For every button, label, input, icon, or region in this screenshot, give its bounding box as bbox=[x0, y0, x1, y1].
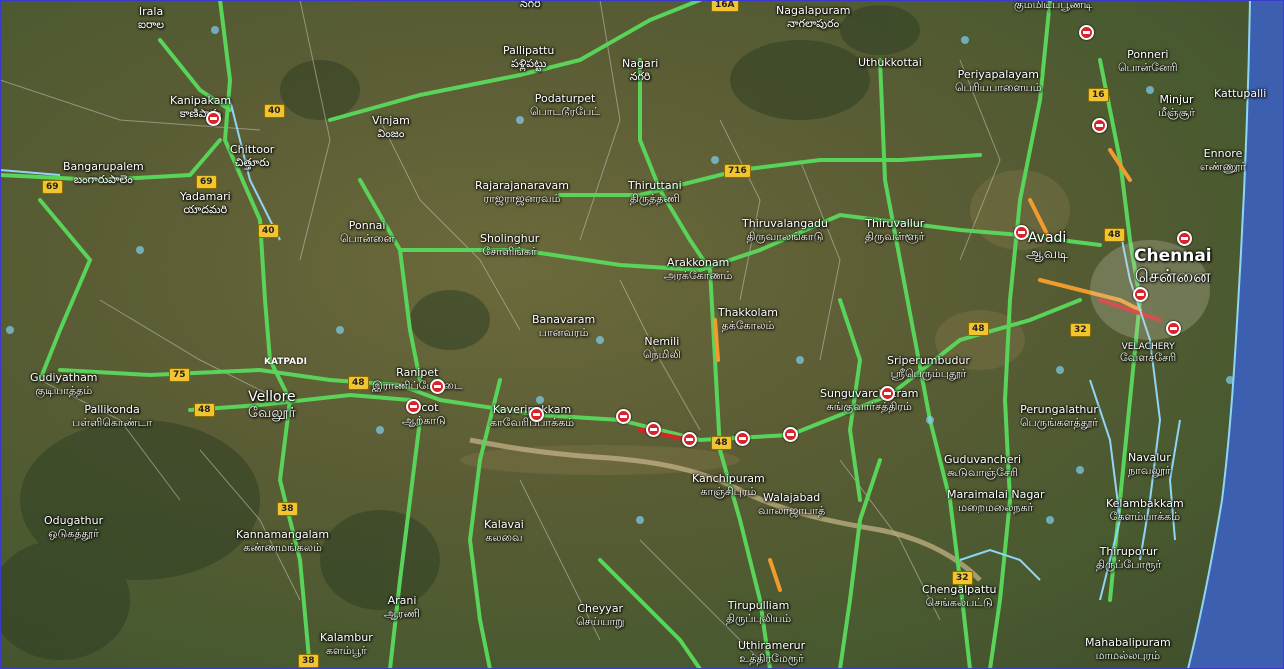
place-kelambakkam[interactable]: Kelambakkam கேளம்பாக்கம் bbox=[1106, 497, 1184, 523]
road-closure-icon[interactable] bbox=[646, 422, 661, 437]
place-thiruvallur[interactable]: Thiruvallur திருவள்ளூர் bbox=[865, 217, 925, 243]
road-closure-icon[interactable] bbox=[1014, 225, 1029, 240]
highway-shield: 32 bbox=[952, 571, 973, 585]
place-velachery[interactable]: VELACHERY வேளச்சேரி bbox=[1120, 342, 1176, 365]
road-closure-icon[interactable] bbox=[616, 409, 631, 424]
place-vellore[interactable]: Vellore வேலூர் bbox=[248, 389, 296, 421]
place-maraimalai[interactable]: Maraimalai Nagar மறைமலைநகர் bbox=[947, 488, 1045, 514]
place-kanchipuram[interactable]: Kanchipuram காஞ்சிபுரம் bbox=[692, 472, 765, 498]
highway-shield: 48 bbox=[348, 376, 369, 390]
place-vinjam[interactable]: Vinjam వింజం bbox=[372, 114, 410, 140]
highway-shield: 48 bbox=[711, 436, 732, 450]
road-closure-icon[interactable] bbox=[1092, 118, 1107, 133]
highway-shield: 40 bbox=[264, 104, 285, 118]
place-gudiyatham[interactable]: Gudiyatham குடியாத்தம் bbox=[30, 371, 98, 397]
place-chengalpattu[interactable]: Chengalpattu செங்கல்பட்டு bbox=[922, 583, 997, 609]
place-irala[interactable]: Irala ఐరాల bbox=[138, 5, 164, 31]
place-yadamari[interactable]: Yadamari యాదమరి bbox=[180, 190, 231, 216]
place-chennai[interactable]: Chennai சென்னை bbox=[1134, 246, 1212, 287]
place-thiruporur[interactable]: Thiruporur திருப்போரூர் bbox=[1096, 545, 1161, 571]
place-periyapalayam[interactable]: Periyapalayam பெரியபாளையம் bbox=[955, 68, 1042, 94]
highway-shield: 16A bbox=[711, 0, 739, 12]
road-closure-icon[interactable] bbox=[430, 379, 445, 394]
place-uthiramerur[interactable]: Uthiramerur உத்திரமேரூர் bbox=[738, 639, 805, 665]
place-guduvancheri[interactable]: Guduvancheri கூடுவாஞ்சேரி bbox=[944, 453, 1021, 479]
hills bbox=[0, 5, 920, 660]
place-cheyyar[interactable]: Cheyyar செய்யாறு bbox=[576, 602, 624, 628]
place-kattupalli[interactable]: Kattupalli bbox=[1214, 87, 1266, 101]
place-ponnai[interactable]: Ponnai பொன்னை bbox=[340, 219, 394, 245]
place-uthukkottai[interactable]: Uthukkottai bbox=[858, 56, 922, 70]
place-nemili[interactable]: Nemili நெமிலி bbox=[643, 335, 681, 361]
place-pallipattu[interactable]: Pallipattu పళ్లిపట్టు bbox=[503, 44, 554, 70]
place-nagari-top[interactable]: నగరి bbox=[520, 0, 541, 11]
place-arani[interactable]: Arani ஆரணி bbox=[384, 594, 420, 620]
place-kannamangalam[interactable]: Kannamangalam கண்ணமங்கலம் bbox=[236, 528, 329, 554]
highway-shield: 75 bbox=[169, 368, 190, 382]
highway-shield: 38 bbox=[277, 502, 298, 516]
place-nagalapuram[interactable]: Nagalapuram నాగలాపురం bbox=[776, 4, 850, 30]
place-arakkonam[interactable]: Arakkonam அரக்கோணம் bbox=[664, 256, 732, 282]
traffic-map[interactable]: Irala ఐరాల Pallipattu పళ్లిపట్టు Nagari నగర… bbox=[0, 0, 1284, 669]
place-thakkolam[interactable]: Thakkolam தக்கோலம் bbox=[718, 306, 778, 332]
place-kanipakam[interactable]: Kanipakam కాణిపాకం bbox=[170, 94, 231, 120]
place-thiruvalangadu[interactable]: Thiruvalangadu திருவாலங்காடு bbox=[742, 217, 828, 243]
highway-shield: 40 bbox=[258, 224, 279, 238]
highway-shield: 38 bbox=[298, 654, 319, 668]
place-banavaram[interactable]: Banavaram பானவரம் bbox=[532, 313, 595, 339]
place-sunguvarchatram[interactable]: Sunguvarchatram சுங்குவார்சத்திரம் bbox=[820, 387, 918, 413]
place-mahabalipuram[interactable]: Mahabalipuram மாமல்லபுரம் bbox=[1085, 636, 1171, 662]
road-closure-icon[interactable] bbox=[682, 432, 697, 447]
place-kummidipundi[interactable]: கும்மிடிப்பூண்டி bbox=[1014, 0, 1092, 12]
place-tirupulliam[interactable]: Tirupulliam திருப்புலியம் bbox=[726, 599, 791, 625]
place-bangarupalem[interactable]: Bangarupalem బంగారుపాలెం bbox=[63, 160, 144, 186]
place-kalambur[interactable]: Kalambur களம்பூர் bbox=[320, 631, 373, 657]
place-pallikonda[interactable]: Pallikonda பள்ளிகொண்டா bbox=[72, 403, 152, 429]
place-ennore[interactable]: Ennore எண்ணூர் bbox=[1200, 147, 1246, 173]
highway-shield: 48 bbox=[1104, 228, 1125, 242]
highway-shield: 32 bbox=[1070, 323, 1091, 337]
road-closure-icon[interactable] bbox=[880, 386, 895, 401]
place-navalur[interactable]: Navalur நாவலூர் bbox=[1128, 451, 1171, 477]
road-closure-icon[interactable] bbox=[783, 427, 798, 442]
road-closure-icon[interactable] bbox=[1177, 231, 1192, 246]
place-katpadi[interactable]: KATPADI bbox=[264, 357, 307, 367]
place-ranipet[interactable]: Ranipet இராணிப்பேட்டை bbox=[372, 366, 463, 392]
highway-shield: 48 bbox=[194, 403, 215, 417]
highway-shield: 716 bbox=[724, 164, 751, 178]
place-chittoor[interactable]: Chittoor చిత్తూరు bbox=[230, 143, 274, 169]
road-closure-icon[interactable] bbox=[206, 111, 221, 126]
highway-shield: 16 bbox=[1088, 88, 1109, 102]
road-closure-icon[interactable] bbox=[1079, 25, 1094, 40]
place-nagari[interactable]: Nagari నగరి bbox=[622, 57, 658, 83]
road-closure-icon[interactable] bbox=[406, 399, 421, 414]
place-perungalathur[interactable]: Perungalathur பெருங்களத்தூர் bbox=[1020, 403, 1098, 429]
place-minjur[interactable]: Minjur மீஞ்சூர் bbox=[1158, 93, 1195, 119]
place-walajabad[interactable]: Walajabad வாலாஜாபாத் bbox=[758, 491, 825, 517]
place-odugathur[interactable]: Odugathur ஒடுகத்தூர் bbox=[44, 514, 103, 540]
place-avadi[interactable]: Avadi ஆவடி bbox=[1026, 230, 1068, 262]
road-closure-icon[interactable] bbox=[1133, 287, 1148, 302]
place-thiruttani[interactable]: Thiruttani திருத்தணி bbox=[628, 179, 682, 205]
place-sholinghur[interactable]: Sholinghur சோளிங்கர் bbox=[480, 232, 539, 258]
highway-shield: 48 bbox=[968, 322, 989, 336]
road-closure-icon[interactable] bbox=[735, 431, 750, 446]
road-closure-icon[interactable] bbox=[529, 407, 544, 422]
place-kalavai[interactable]: Kalavai கலவை bbox=[484, 518, 524, 544]
place-rajarajanaravam[interactable]: Rajarajanaravam ராஜராஜனரவம் bbox=[475, 179, 569, 205]
highway-shield: 69 bbox=[42, 180, 63, 194]
highway-shield: 69 bbox=[196, 175, 217, 189]
place-podaturpet[interactable]: Podaturpet பொடடூரபேட் bbox=[530, 92, 600, 118]
place-sriperumbudur[interactable]: Sriperumbudur ஸ்ரீபெரும்புதூர் bbox=[887, 354, 970, 380]
road-closure-icon[interactable] bbox=[1166, 321, 1181, 336]
place-ponneri[interactable]: Ponneri பொன்னேரி bbox=[1118, 48, 1178, 74]
